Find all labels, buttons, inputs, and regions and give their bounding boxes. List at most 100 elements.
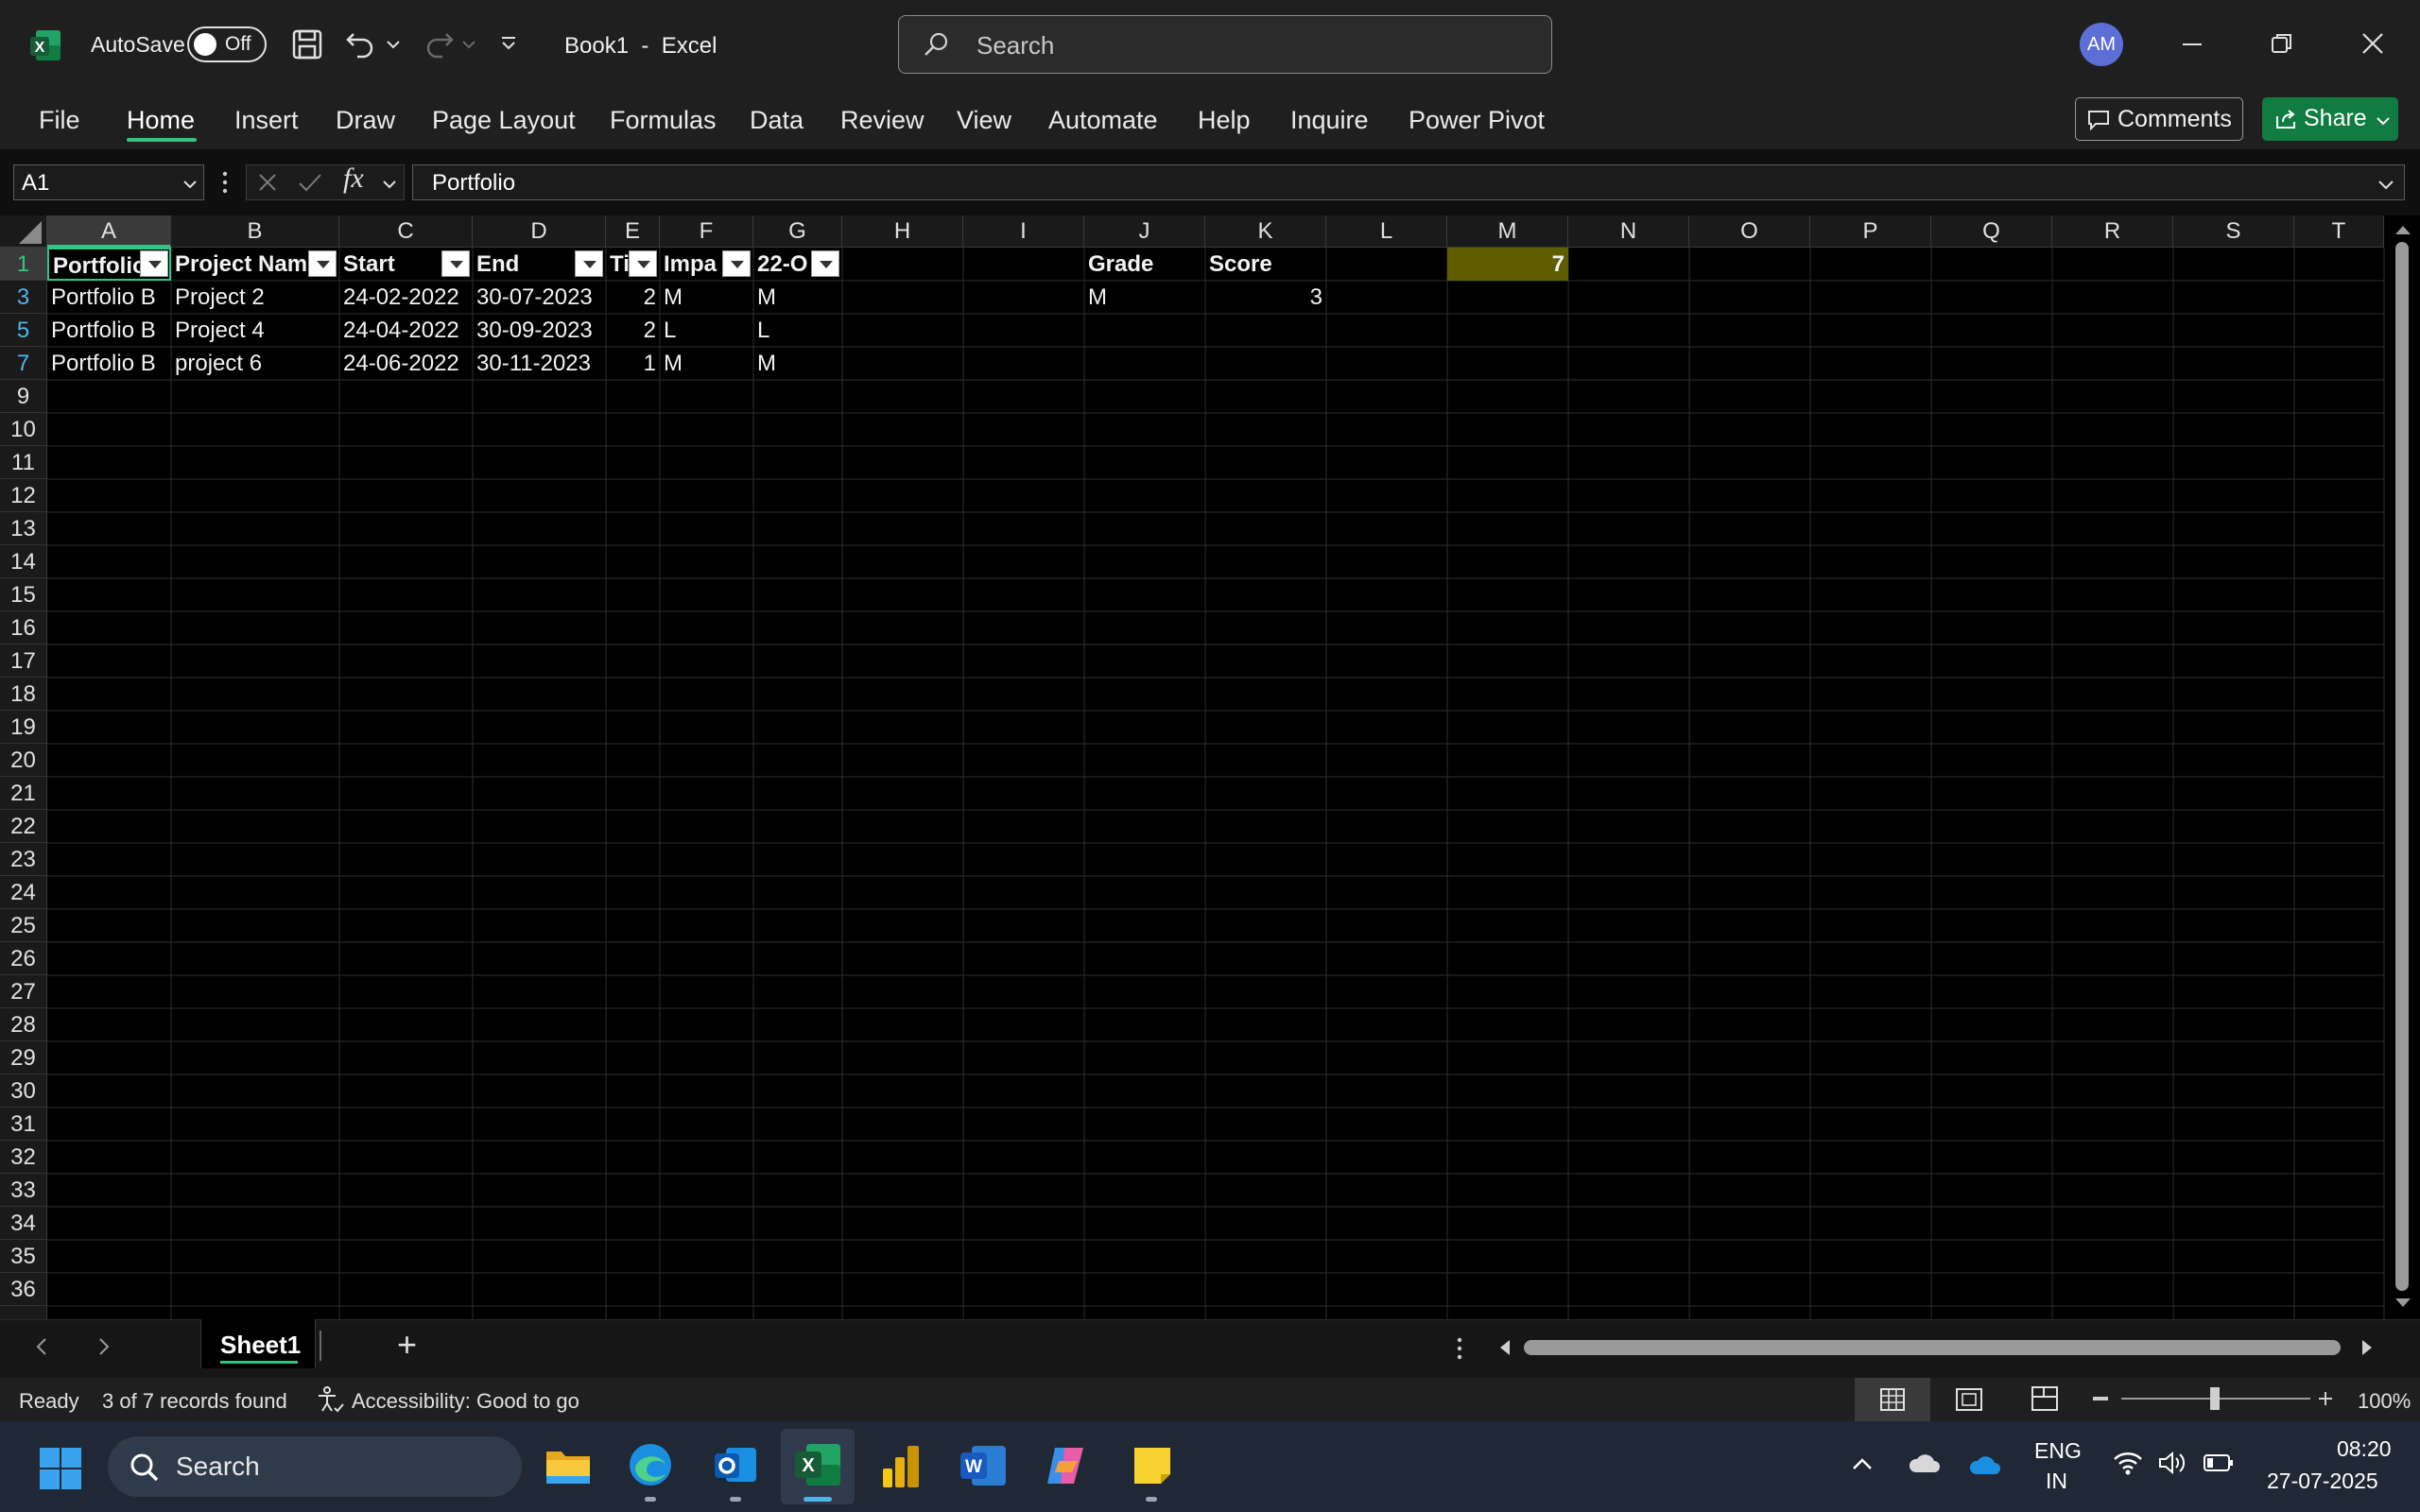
taskbar-search-box[interactable]: Search [108, 1436, 522, 1497]
table-cell[interactable]: 24-02-2022 [339, 281, 473, 314]
scroll-down-icon[interactable] [2394, 1297, 2412, 1310]
table-cell[interactable]: Portfolio B [47, 347, 171, 380]
row-header-1[interactable]: 1 [0, 248, 47, 281]
edge-icon[interactable] [626, 1440, 675, 1489]
table-cell[interactable]: L [660, 314, 753, 347]
column-header-g[interactable]: G [753, 215, 842, 248]
expand-formula-icon[interactable] [2377, 178, 2394, 190]
m1-highlighted-cell[interactable]: 7 [1447, 248, 1568, 281]
tab-automate[interactable]: Automate [1048, 106, 1158, 135]
filter-dropdown-icon[interactable] [811, 250, 839, 277]
tab-view[interactable]: View [957, 106, 1011, 135]
outlook-icon[interactable] [711, 1440, 760, 1489]
filter-active-dropdown-icon[interactable] [140, 250, 168, 277]
vertical-scroll-thumb[interactable] [2395, 242, 2409, 1291]
row-header-35[interactable]: 35 [0, 1240, 47, 1273]
column-header-j[interactable]: J [1084, 215, 1205, 248]
filter-dropdown-icon[interactable] [722, 250, 751, 277]
column-header-t[interactable]: T [2294, 215, 2384, 248]
column-header-s[interactable]: S [2173, 215, 2294, 248]
confirm-entry-icon[interactable] [297, 170, 323, 195]
column-header-o[interactable]: O [1689, 215, 1810, 248]
column-header-r[interactable]: R [2052, 215, 2173, 248]
row-header-33[interactable]: 33 [0, 1174, 47, 1207]
name-box-dropdown-icon[interactable] [182, 178, 198, 189]
volume-icon[interactable] [2157, 1450, 2187, 1476]
tab-review[interactable]: Review [840, 106, 925, 135]
table-cell[interactable]: M [753, 281, 842, 314]
table-cell[interactable]: 24-06-2022 [339, 347, 473, 380]
column-header-a[interactable]: A [47, 215, 171, 248]
sheet-tab-sheet1[interactable]: Sheet1 [200, 1319, 316, 1368]
column-header-k[interactable]: K [1205, 215, 1326, 248]
row-header-13[interactable]: 13 [0, 512, 47, 545]
file-explorer-icon[interactable] [544, 1444, 592, 1487]
vertical-scrollbar[interactable] [2386, 215, 2420, 1319]
zoom-slider-handle[interactable] [2210, 1387, 2220, 1410]
redo-icon[interactable] [422, 26, 456, 60]
restore-icon[interactable] [2269, 30, 2295, 57]
row-header-22[interactable]: 22 [0, 810, 47, 843]
tab-inquire[interactable]: Inquire [1290, 106, 1369, 135]
row-header-25[interactable]: 25 [0, 909, 47, 942]
sheet-options-icon[interactable] [1456, 1336, 1463, 1361]
clock-time[interactable]: 08:20 [2337, 1436, 2392, 1462]
table-cell[interactable]: M [753, 347, 842, 380]
zoom-slider-track[interactable] [2121, 1387, 2310, 1410]
windows-start-icon[interactable] [38, 1446, 83, 1491]
table-header-cell[interactable]: Start [339, 248, 443, 281]
row-header-31[interactable]: 31 [0, 1108, 47, 1141]
row-header-15[interactable]: 15 [0, 578, 47, 611]
wifi-icon[interactable] [2112, 1450, 2144, 1476]
score-value-cell[interactable]: 3 [1205, 281, 1326, 314]
zoom-in-icon[interactable] [2316, 1389, 2335, 1408]
column-header-h[interactable]: H [842, 215, 963, 248]
row-header-24[interactable]: 24 [0, 876, 47, 909]
tab-home[interactable]: Home [127, 106, 195, 135]
column-header-b[interactable]: B [171, 215, 339, 248]
select-all-corner[interactable] [0, 215, 47, 248]
row-header-29[interactable]: 29 [0, 1041, 47, 1074]
onedrive-icon[interactable] [1968, 1453, 2002, 1476]
cancel-entry-icon[interactable] [255, 170, 280, 195]
column-header-d[interactable]: D [473, 215, 606, 248]
column-header-q[interactable]: Q [1931, 215, 2052, 248]
table-cell[interactable]: 30-11-2023 [473, 347, 606, 380]
column-header-f[interactable]: F [660, 215, 753, 248]
row-header-23[interactable]: 23 [0, 843, 47, 876]
table-cell[interactable]: 30-09-2023 [473, 314, 606, 347]
row-header-10[interactable]: 10 [0, 413, 47, 446]
add-sheet-button[interactable]: + [397, 1325, 417, 1365]
grade-header-cell[interactable]: Grade [1084, 248, 1205, 281]
row-header-36[interactable]: 36 [0, 1273, 47, 1306]
row-header-30[interactable]: 30 [0, 1074, 47, 1108]
column-header-c[interactable]: C [339, 215, 473, 248]
row-header-20[interactable]: 20 [0, 744, 47, 777]
zoom-level[interactable]: 100% [2358, 1389, 2411, 1414]
table-cell[interactable]: 2 [606, 281, 660, 314]
tab-formulas[interactable]: Formulas [610, 106, 717, 135]
search-box[interactable]: Search [898, 15, 1552, 74]
table-cell[interactable]: 24-04-2022 [339, 314, 473, 347]
score-header-cell[interactable]: Score [1205, 248, 1326, 281]
accessibility-icon[interactable] [316, 1385, 344, 1414]
language-bottom[interactable]: IN [2046, 1469, 2067, 1494]
avatar[interactable]: AM [2080, 23, 2123, 66]
table-cell[interactable]: 30-07-2023 [473, 281, 606, 314]
table-cell[interactable]: Portfolio B [47, 281, 171, 314]
table-cell[interactable]: L [753, 314, 842, 347]
table-header-cell[interactable]: 22-O [753, 248, 814, 281]
more-options-icon[interactable] [221, 170, 229, 195]
row-header-21[interactable]: 21 [0, 777, 47, 810]
table-cell[interactable]: M [660, 347, 753, 380]
name-box[interactable]: A1 [13, 164, 204, 200]
table-cell[interactable]: 1 [606, 347, 660, 380]
zoom-out-icon[interactable] [2093, 1397, 2108, 1400]
row-header-3[interactable]: 3 [0, 281, 47, 314]
table-cell[interactable]: 2 [606, 314, 660, 347]
row-header-11[interactable]: 11 [0, 446, 47, 479]
power-bi-icon[interactable] [879, 1442, 925, 1489]
save-icon[interactable] [291, 28, 323, 60]
column-header-i[interactable]: I [963, 215, 1084, 248]
horizontal-scroll-thumb[interactable] [1524, 1340, 2341, 1355]
